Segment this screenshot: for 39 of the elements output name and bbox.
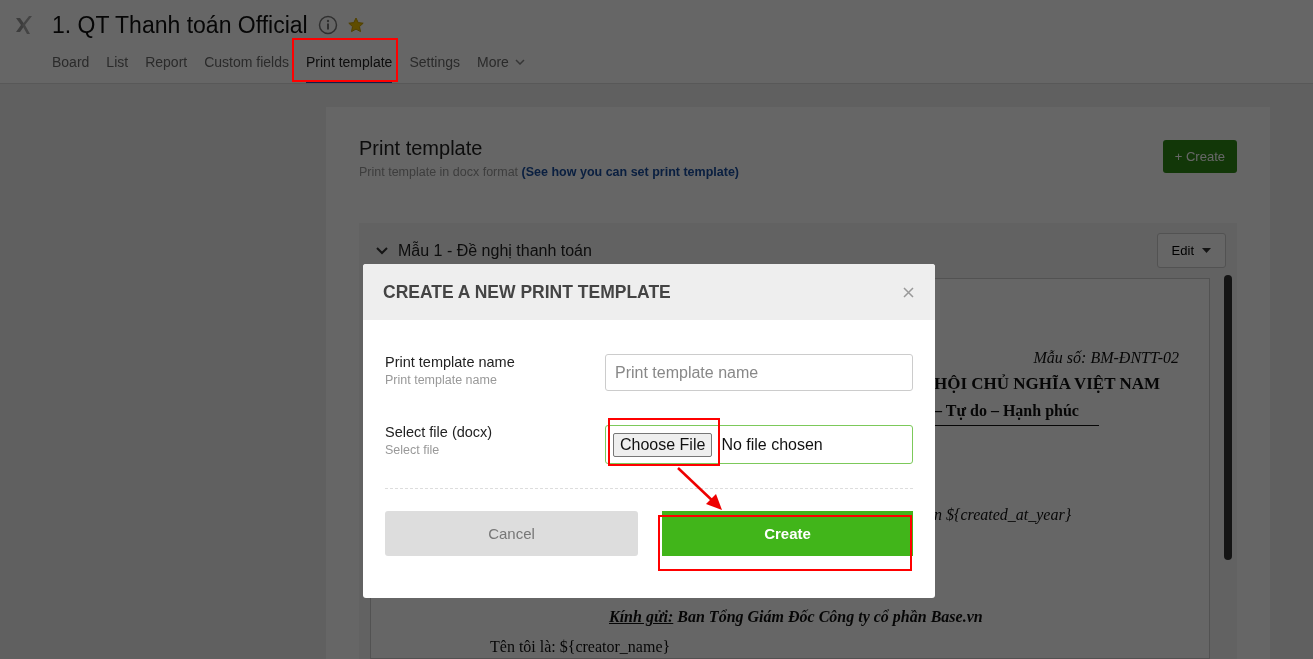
help-link[interactable]: (See how you can set print template)	[521, 165, 739, 179]
field-hint: Select file	[385, 443, 441, 457]
choose-file-button[interactable]: Choose File	[613, 432, 713, 457]
dialog-title: CREATE A NEW PRINT TEMPLATE	[383, 281, 671, 303]
file-status: No file chosen	[721, 435, 823, 454]
document-text: n ${created_at_year}	[934, 506, 1073, 524]
logo-icon	[14, 16, 34, 34]
field-hint: Print template name	[385, 373, 498, 387]
panel-title: Print template	[359, 137, 484, 160]
addressee-text: Ban Tổng Giám Đốc Công ty cổ phần Base.vn	[677, 608, 983, 625]
close-icon[interactable]	[903, 286, 914, 298]
edit-button[interactable]: Edit	[1156, 233, 1226, 268]
nav-tab[interactable]: More	[476, 47, 525, 83]
nav-tab[interactable]: Report	[145, 47, 188, 83]
nav-tab[interactable]: Print template	[306, 47, 393, 83]
file-input[interactable]: Choose File No file chosen	[605, 425, 913, 464]
field-label: Select file (docx)	[385, 424, 493, 440]
scrollbar-thumb[interactable]	[1224, 275, 1232, 560]
name-input[interactable]: Print template name	[605, 354, 913, 391]
cancel-button[interactable]: Cancel	[385, 511, 638, 556]
nav-tab[interactable]: List	[106, 47, 129, 83]
document-heading: HỘI CHỦ NGHĨA VIỆT NAM	[934, 374, 1162, 394]
document-text: Mẫu số: BM-ĐNTT-02	[1033, 349, 1179, 367]
field-label: Print template name	[385, 354, 515, 370]
chevron-icon[interactable]	[376, 246, 388, 255]
create-button[interactable]: + Create	[1162, 140, 1237, 173]
nav-tab[interactable]: Settings	[409, 47, 460, 83]
arrow	[676, 466, 724, 512]
nav-tab[interactable]: Custom fields	[204, 47, 289, 83]
project-title: 1. QT Thanh toán Official	[52, 11, 308, 39]
info-icon[interactable]	[317, 15, 338, 35]
document-text: Tên tôi là: ${creator_name}	[490, 638, 672, 656]
star-icon[interactable]	[347, 17, 364, 33]
nav-tab[interactable]: Board	[52, 47, 90, 83]
template-name: Mẫu 1 - Đề nghị thanh toán	[398, 241, 593, 260]
create-button[interactable]: Create	[662, 511, 913, 556]
caret-icon	[1202, 248, 1211, 253]
chevron-icon	[514, 59, 525, 65]
addressee-label: Kính gửi:	[609, 608, 674, 625]
